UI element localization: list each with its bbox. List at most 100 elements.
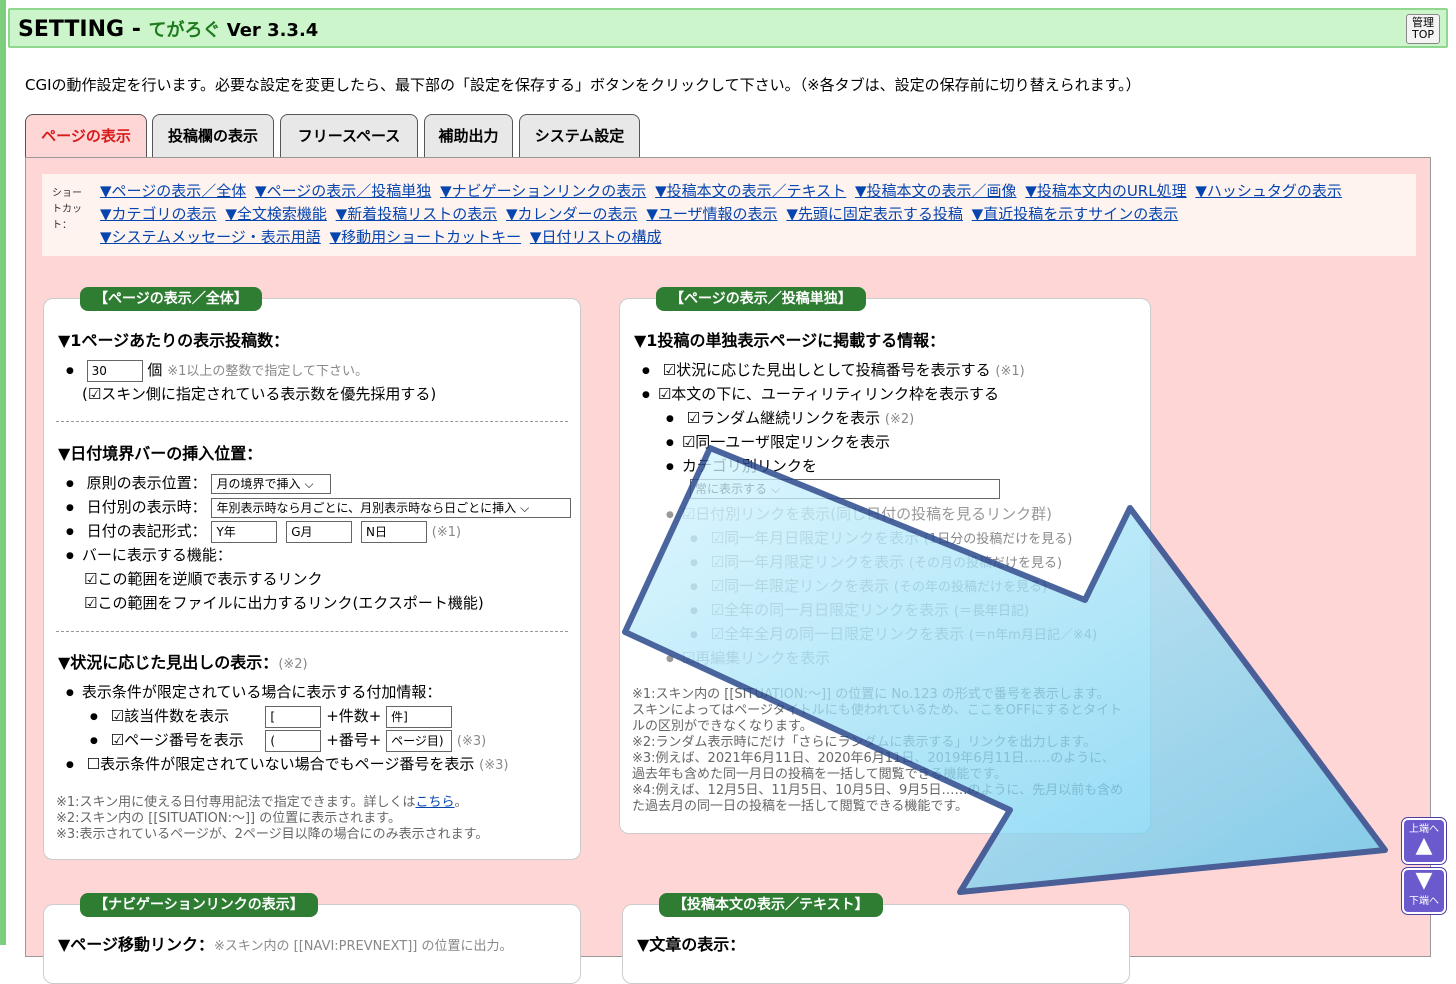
shortcut-link[interactable]: ▼日付リストの構成: [530, 228, 662, 246]
details-link[interactable]: こちら: [415, 795, 454, 810]
utility-link-checkbox[interactable]: ☑本文の下に、ユーティリティリンク枠を表示する: [642, 383, 999, 404]
shortcut-link[interactable]: ▼システムメッセージ・表示用語: [100, 228, 321, 246]
shortcut-link[interactable]: ▼先頭に固定表示する投稿: [786, 205, 963, 223]
tab-system-settings[interactable]: システム設定: [519, 114, 640, 158]
footnote-3b: 過去年も含めた同一月日の投稿を一括して閲覧できる機能です。: [632, 767, 1008, 782]
tab-page-display[interactable]: ページの表示: [25, 114, 147, 160]
date-link-checkbox[interactable]: ☑日付別リンクを表示(同じ日付の投稿を見るリンク群): [666, 503, 1052, 524]
section-page-display-all: 【ページの表示／全体】 ▼1ページあたりの表示投稿数： 30 個 ※1以上の整数…: [43, 287, 581, 860]
app-version: Ver 3.3.4: [220, 20, 319, 41]
always-page-number-row: ☐表示条件が限定されていない場合でもページ番号を表示 (※3): [66, 753, 509, 774]
shortcut-link[interactable]: ▼ページの表示／投稿単独: [255, 182, 431, 200]
section-heading: ▼日付境界バーの挿入位置：: [58, 444, 263, 463]
category-link-select[interactable]: 常に表示する: [690, 479, 1000, 499]
settings-panel: ショートカット： ▼ページの表示／全体 ▼ページの表示／投稿単独 ▼ナビゲーショ…: [25, 157, 1431, 984]
page-prefix-input[interactable]: (: [265, 729, 322, 752]
shortcut-link[interactable]: ▼投稿本文の表示／テキスト: [655, 182, 846, 200]
month-format-input[interactable]: G月: [286, 520, 353, 543]
section-title: 【投稿本文の表示／テキスト】: [659, 893, 883, 917]
shortcut-link[interactable]: ▼ページの表示／全体: [100, 182, 246, 200]
random-link-checkbox[interactable]: ☑ランダム継続リンクを表示: [687, 409, 880, 427]
shortcut-label: ショートカット：: [52, 188, 82, 231]
count-prefix-input[interactable]: [: [265, 705, 322, 728]
same-y-row: ☑同一年限定リンクを表示 (その年の投稿だけを見る): [690, 575, 1047, 596]
page-suffix-input[interactable]: ページ目): [386, 729, 453, 752]
same-user-link-checkbox[interactable]: ☑同一ユーザ限定リンクを表示: [666, 431, 890, 452]
count-suffix-input[interactable]: 件]: [386, 705, 453, 728]
shortcut-link[interactable]: ▼カテゴリの表示: [100, 205, 217, 223]
tab-free-space[interactable]: フリースペース: [280, 114, 418, 158]
post-number-row: ☑状況に応じた見出しとして投稿番号を表示する (※1): [642, 359, 1025, 380]
section-post-text: 【投稿本文の表示／テキスト】 ▼文章の表示：: [622, 893, 1130, 984]
footnote-1: ※1:スキン内の [[SITUATION:～]] の位置に No.123 の形式…: [632, 687, 1110, 702]
footnote-1: ※1:スキン用に使える日付専用記法で指定できます。詳しくはこちら。: [56, 795, 468, 810]
posts-per-page-input[interactable]: 30: [86, 359, 143, 382]
section-heading: ▼状況に応じた見出しの表示：(※2): [58, 653, 308, 672]
admin-top-button[interactable]: 管理 TOP: [1406, 14, 1440, 44]
scroll-bottom-button[interactable]: ▼ 下端へ: [1402, 868, 1446, 914]
shortcut-links: ▼ページの表示／全体 ▼ページの表示／投稿単独 ▼ナビゲーションリンクの表示 ▼…: [100, 180, 1400, 249]
same-md-row: ☑全年の同一月日限定リンクを表示 (＝長年日記): [690, 599, 1029, 620]
footnote-2: ※2:スキン内の [[SITUATION:～]] の位置に表示されます。: [56, 811, 401, 826]
page-title: SETTING - てがろぐ Ver 3.3.4: [18, 17, 319, 42]
same-md-checkbox[interactable]: ☑全年の同一月日限定リンクを表示: [711, 601, 949, 619]
title-bar: SETTING - てがろぐ Ver 3.3.4 管理 TOP: [8, 8, 1448, 48]
extra-info-label: 表示条件が限定されている場合に表示する付加情報：: [66, 681, 442, 702]
shortcut-link[interactable]: ▼ハッシュタグの表示: [1195, 182, 1342, 200]
shortcut-link[interactable]: ▼カレンダーの表示: [506, 205, 638, 223]
arrow-up-icon: ▲: [1415, 833, 1433, 858]
footnote-1c: ルの区別ができなくなります。: [632, 719, 813, 734]
same-d-row: ☑全年全月の同一日限定リンクを表示 (＝n年m月日記／※4): [690, 623, 1097, 644]
same-ymd-checkbox[interactable]: ☑同一年月日限定リンクを表示: [711, 529, 919, 547]
same-d-checkbox[interactable]: ☑全年全月の同一日限定リンクを表示: [711, 625, 964, 643]
footnote-3: ※3:表示されているページが、2ページ目以降の場合にのみ表示されます。: [56, 827, 489, 842]
shortcut-link[interactable]: ▼ユーザ情報の表示: [646, 205, 777, 223]
section-heading: ▼1投稿の単独表示ページに掲載する情報：: [634, 331, 946, 350]
same-ym-checkbox[interactable]: ☑同一年月限定リンクを表示: [711, 553, 904, 571]
shortcut-link[interactable]: ▼全文検索機能: [225, 205, 327, 223]
tab-aux-output[interactable]: 補助出力: [424, 114, 513, 158]
bar-date-row: 日付別の表示時： 年別表示時なら月ごとに、月別表示時なら日ごとに挿入: [66, 496, 572, 518]
footnote-2: ※2:ランダム表示時にだけ「さらにランダムに表示する」リンクを出力します。: [632, 735, 1097, 750]
prefer-skin-count-checkbox[interactable]: (☑スキン側に指定されている表示数を優先採用する): [82, 383, 436, 404]
section-heading: ▼ページ移動リンク：※スキン内の [[NAVI:PREVNEXT]] の位置に出…: [58, 935, 513, 954]
section-heading: ▼文章の表示：: [637, 935, 746, 954]
reverse-link-checkbox[interactable]: ☑この範囲を逆順で表示するリンク: [84, 568, 322, 589]
day-format-input[interactable]: N日: [361, 520, 427, 543]
always-page-number-checkbox[interactable]: ☐表示条件が限定されていない場合でもページ番号を表示: [87, 755, 475, 773]
shortcut-link[interactable]: ▼直近投稿を示すサインの表示: [972, 205, 1179, 223]
post-number-checkbox[interactable]: ☑状況に応じた見出しとして投稿番号を表示する: [663, 361, 991, 379]
app-name: てがろぐ: [148, 20, 221, 41]
shortcut-link[interactable]: ▼投稿本文の表示／画像: [855, 182, 1017, 200]
bar-date-select[interactable]: 年別表示時なら月ごとに、月別表示時なら日ごとに挿入: [211, 497, 572, 518]
year-format-input[interactable]: Y年: [211, 520, 278, 543]
shortcut-link[interactable]: ▼新着投稿リストの表示: [336, 205, 498, 223]
show-count-checkbox[interactable]: ☑該当件数を表示: [111, 705, 261, 726]
category-link-label: カテゴリ別リンクを: [666, 455, 817, 476]
footnote-3: ※3:例えば、2021年6月11日、2020年6月11日、2019年6月11日……: [632, 751, 1115, 766]
section-navigation-links: 【ナビゲーションリンクの表示】 ▼ページ移動リンク：※スキン内の [[NAVI:…: [43, 893, 581, 984]
divider: [56, 631, 568, 632]
section-title: 【ページの表示／投稿単独】: [656, 287, 866, 311]
shortcut-link[interactable]: ▼ナビゲーションリンクの表示: [440, 182, 646, 200]
reedit-link-checkbox[interactable]: ☑再編集リンクを表示: [666, 647, 830, 668]
section-page-display-single: 【ページの表示／投稿単独】 ▼1投稿の単独表示ページに掲載する情報： ☑状況に応…: [619, 287, 1151, 834]
random-link-row: ☑ランダム継続リンクを表示 (※2): [666, 407, 915, 428]
section-title: 【ページの表示／全体】: [80, 287, 262, 311]
export-link-checkbox[interactable]: ☑この範囲をファイルに出力するリンク(エクスポート機能): [84, 592, 484, 613]
footnote-4b: た過去月の同一日の投稿を一括して閲覧できる機能です。: [632, 799, 969, 814]
same-ym-row: ☑同一年月限定リンクを表示 (その月の投稿だけを見る): [690, 551, 1062, 572]
scroll-top-button[interactable]: 上端へ ▲: [1402, 818, 1446, 864]
shortcut-link[interactable]: ▼投稿本文内のURL処理: [1025, 182, 1186, 200]
shortcut-link[interactable]: ▼移動用ショートカットキー: [330, 228, 522, 246]
show-page-number-checkbox[interactable]: ☑ページ番号を表示: [111, 729, 261, 750]
intro-text: CGIの動作設定を行います。必要な設定を変更したら、最下部の「設定を保存する」ボ…: [25, 76, 1141, 94]
same-ymd-row: ☑同一年月日限定リンクを表示 (1日分の投稿だけを見る): [690, 527, 1073, 548]
tab-post-form[interactable]: 投稿欄の表示: [152, 114, 274, 158]
same-y-checkbox[interactable]: ☑同一年限定リンクを表示: [711, 577, 889, 595]
footnote-1b: スキンによってはページタイトルにも使われているため、ここをOFFにするとタイト: [632, 703, 1123, 718]
divider: [56, 421, 568, 422]
bar-functions-label: バーに表示する機能：: [66, 544, 232, 565]
footnote-4: ※4:例えば、12月5日、11月5日、10月5日、9月5日……のように、先月以前…: [632, 783, 1124, 798]
bar-position-select[interactable]: 月の境界で挿入: [211, 473, 332, 494]
